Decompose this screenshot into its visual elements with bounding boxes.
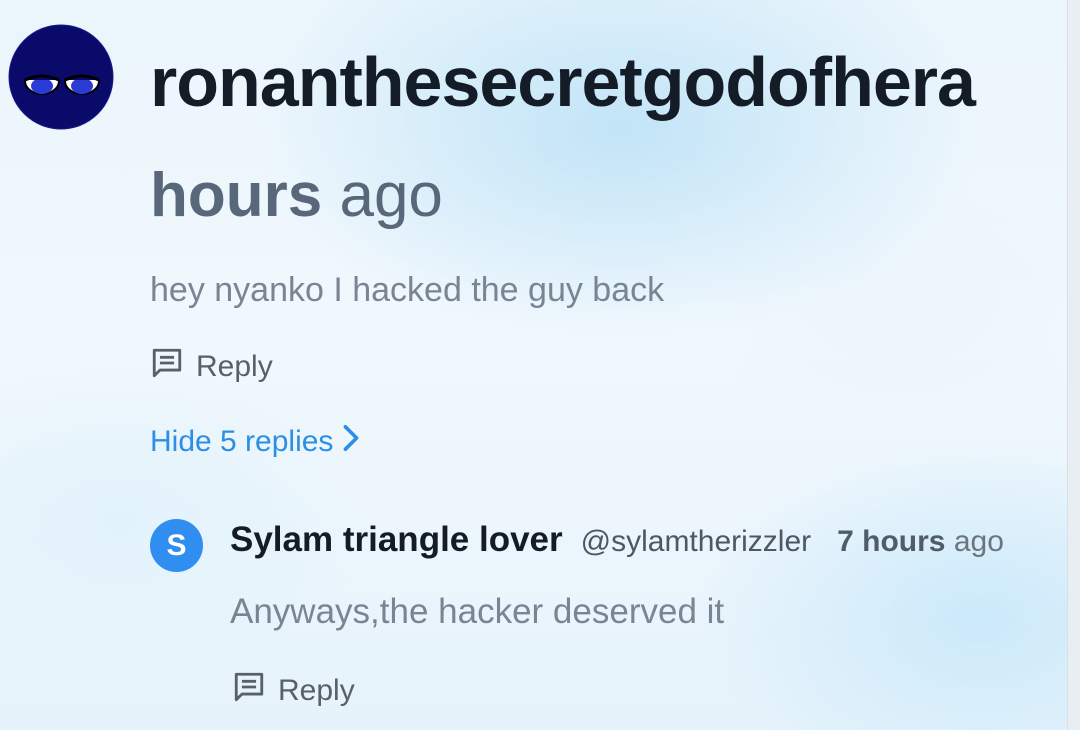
comment-time-value: hours (150, 161, 323, 230)
comment-icon (232, 670, 266, 712)
reply-time-value: 7 hours (837, 525, 946, 558)
chevron-right-icon (341, 424, 361, 460)
reply-button[interactable]: Reply (150, 346, 273, 388)
reply-username[interactable]: Sylam triangle lover (230, 520, 563, 560)
reply-timestamp: 7 hours ago (837, 525, 1004, 559)
reply-label: Reply (278, 674, 355, 707)
hide-replies-label: Hide 5 replies (150, 425, 334, 458)
reply-header: Sylam triangle lover @sylamtherizzler 7 … (230, 520, 1004, 560)
reply-avatar[interactable]: S (150, 519, 203, 572)
scrollbar-edge (1067, 0, 1080, 730)
reply-handle[interactable]: @sylamtherizzler (581, 525, 812, 559)
comment-time-suffix: ago (322, 161, 443, 230)
reply-label: Reply (196, 350, 273, 383)
comment-icon (150, 346, 184, 388)
reply-text: Anyways,the hacker deserved it (230, 592, 725, 631)
reply-button-nested[interactable]: Reply (232, 670, 355, 712)
comment-timestamp: hours ago (150, 160, 443, 232)
comment-text: hey nyanko I hacked the guy back (150, 271, 665, 309)
comment-username[interactable]: ronanthesecretgodofhera (150, 40, 1068, 124)
hide-replies-button[interactable]: Hide 5 replies (150, 424, 361, 460)
avatar[interactable] (8, 24, 114, 130)
reply-time-suffix: ago (945, 525, 1004, 558)
